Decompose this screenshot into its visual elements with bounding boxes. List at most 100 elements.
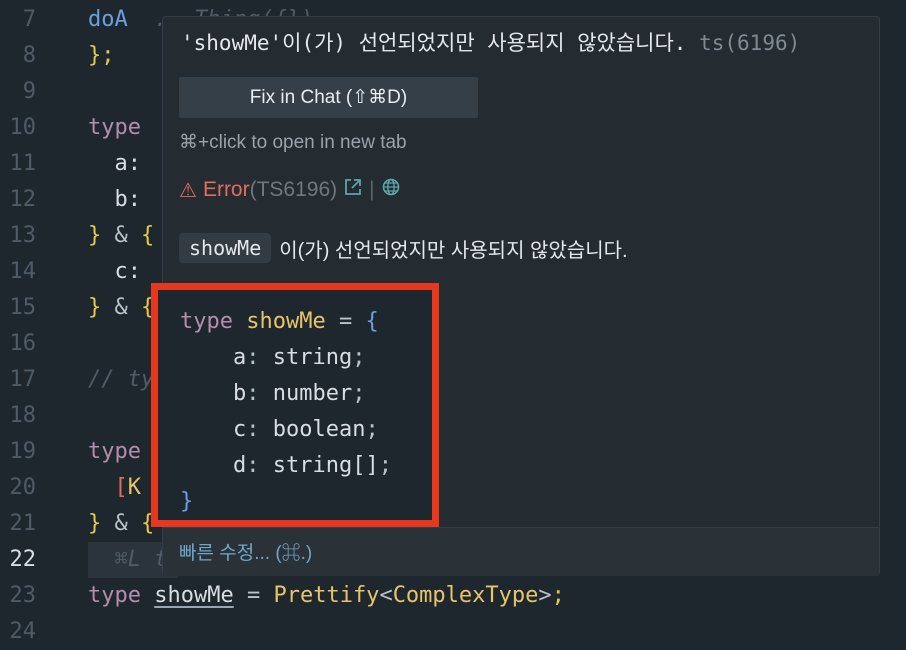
code-token: }; [88,43,115,68]
code-token: string[] [272,453,379,478]
editor-line[interactable]: 24 [0,614,906,650]
line-number: 20 [9,475,37,500]
line-code: a: [88,146,141,182]
code-token: & [114,295,141,320]
line-number: 23 [9,583,37,608]
code-token: : [246,381,273,406]
code-token: & [114,223,141,248]
error-label: Error [202,178,250,201]
line-number: 7 [22,7,36,32]
code-token: showMe [246,309,326,334]
line-number: 14 [9,259,37,284]
code-token: } [88,223,115,248]
line-code: } & { [88,506,154,542]
fix-in-chat-button[interactable]: Fix in Chat (⇧⌘D) [179,77,478,118]
line-number: 19 [9,439,37,464]
line-code: type showMe = Prettify<ComplexType>; [88,578,565,614]
preview-line: b: number; [180,376,366,412]
editor-line[interactable]: 23 type showMe = Prettify<ComplexType>; [0,578,906,614]
code-token: type [88,583,155,608]
code-token: = [233,583,274,608]
code-token: a: [88,151,141,176]
line-number: 22 [9,547,37,572]
preview-line: } [180,484,193,520]
code-token: b: [88,187,141,212]
external-link-icon[interactable] [343,177,363,203]
line-code: type [88,110,141,146]
globe-icon[interactable] [381,177,401,203]
line-code: [K [88,470,141,506]
line-code: } & { [88,218,154,254]
code-token: = [325,309,366,334]
separator: | [369,178,375,201]
code-token: number [272,381,353,406]
code-token: a [180,345,247,370]
preview-line: d: string[]; [180,448,392,484]
line-number: 10 [9,115,37,140]
code-token: } [88,511,115,536]
code-token: ; [365,417,379,442]
code-token: < [379,583,393,608]
line-code: } & { [88,290,154,326]
diagnostic-text: 'showMe'이(가) 선언되었지만 사용되지 않았습니다. [181,31,687,55]
code-token: : [246,417,273,442]
code-token: : [246,345,273,370]
code-token: ; [352,345,366,370]
code-token: showMe [154,583,234,608]
code-token: } [88,295,115,320]
line-number: 13 [9,223,37,248]
line-code: c: [88,254,141,290]
open-hint: ⌘+click to open in new tab [179,132,407,153]
code-token: // ty [88,367,155,392]
line-code: }; [88,38,115,74]
line-number: 11 [9,151,37,176]
line-number: 8 [22,43,36,68]
code-token: ; [551,583,565,608]
code-token: ; [378,453,392,478]
line-number: 12 [9,187,37,212]
type-preview-box: type showMe = { a: string; b: number; c:… [151,283,439,527]
line-number: 15 [9,295,37,320]
line-number: 9 [22,79,36,104]
code-token: ComplexType [392,583,539,608]
code-token: ; [352,381,366,406]
code-token: type [88,439,141,464]
code-token: & [114,511,141,536]
code-token: type [180,309,247,334]
code-token: > [538,583,552,608]
code-token: d [180,453,247,478]
code-token: ⌘L t [88,547,168,572]
identifier-chip: showMe [179,233,272,263]
error-code-link[interactable]: (TS6196) [250,178,338,202]
line-code: ⌘L t [88,542,167,578]
code-token: c: [88,259,141,284]
preview-line: type showMe = { [180,304,379,340]
error-line: ⚠ Error (TS6196) | [179,177,401,203]
code-token: { [141,223,155,248]
diagnostic-description: showMe 이(가) 선언되었지만 사용되지 않았습니다. [179,233,628,263]
warning-icon: ⚠ [179,179,197,202]
line-number: 24 [9,619,37,644]
code-token: string [272,345,353,370]
line-number: 16 [9,331,37,356]
code-token: K [127,475,141,500]
line-code: // ty [88,362,154,398]
code-token: type [88,115,141,140]
hover-tooltip: 'showMe'이(가) 선언되었지만 사용되지 않았습니다. ts(6196)… [151,16,880,576]
code-token: b [180,381,247,406]
code-token: [ [88,475,128,500]
quick-fix-link[interactable]: 빠른 수정... (⌘.) [179,538,312,565]
diagnostic-message: 'showMe'이(가) 선언되었지만 사용되지 않았습니다. ts(6196) [181,27,800,57]
code-token: { [365,309,379,334]
line-number: 18 [9,403,37,428]
line-number: 21 [9,511,37,536]
line-code: type [88,434,141,470]
preview-line: a: string; [180,340,366,376]
code-token: } [180,489,194,514]
line-code: b: [88,182,141,218]
code-token: doA [88,7,128,32]
code-token: boolean [272,417,366,442]
code-token: Prettify [273,583,380,608]
description-text: 이(가) 선언되었지만 사용되지 않았습니다. [279,239,628,262]
quick-fix-bar[interactable]: 빠른 수정... (⌘.) [163,527,879,576]
